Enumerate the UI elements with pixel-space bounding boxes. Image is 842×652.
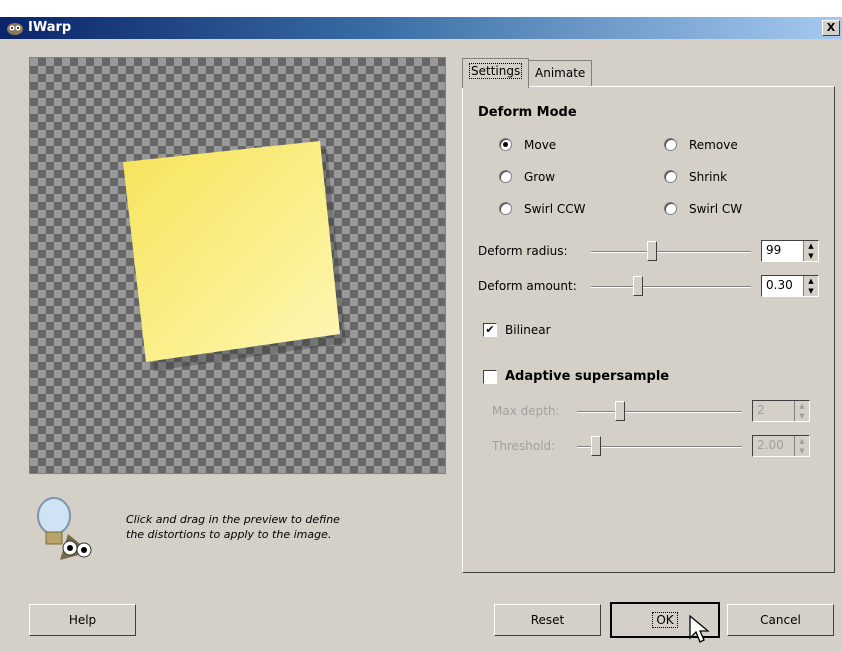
radio-swirl-cw[interactable]: Swirl CW bbox=[664, 199, 742, 217]
radio-indicator bbox=[499, 170, 512, 183]
settings-panel: Deform Mode Move Remove Grow Shrink Swir… bbox=[462, 86, 835, 573]
spin-arrows[interactable]: ▲ ▼ bbox=[803, 241, 818, 261]
radio-indicator bbox=[664, 138, 677, 151]
deform-radius-thumb[interactable] bbox=[647, 241, 657, 261]
reset-button[interactable]: Reset bbox=[494, 604, 601, 636]
cancel-button[interactable]: Cancel bbox=[727, 604, 834, 636]
radio-indicator bbox=[499, 202, 512, 215]
radio-indicator bbox=[499, 138, 512, 151]
threshold-label: Threshold: bbox=[492, 439, 556, 453]
threshold-value: 2.00 bbox=[757, 438, 784, 452]
spin-arrows[interactable]: ▲ ▼ bbox=[794, 436, 809, 456]
gimp-icon bbox=[7, 23, 23, 35]
preview-hint: Click and drag in the preview to define … bbox=[126, 512, 386, 542]
close-button[interactable]: X bbox=[822, 20, 840, 36]
max-depth-value: 2 bbox=[757, 403, 765, 417]
sticky-note-image bbox=[123, 141, 346, 371]
threshold-spinbox[interactable]: 2.00 ▲ ▼ bbox=[752, 435, 810, 457]
checkmark-icon: ✔ bbox=[483, 322, 497, 337]
preview-canvas[interactable] bbox=[29, 57, 446, 474]
radio-move[interactable]: Move bbox=[499, 135, 556, 153]
tab-animate-label: Animate bbox=[535, 66, 586, 80]
deform-radius-spinbox[interactable]: 99 ▲ ▼ bbox=[761, 240, 819, 262]
hint-line-1: Click and drag in the preview to define bbox=[126, 513, 340, 526]
radio-label: Move bbox=[524, 137, 557, 152]
bilinear-label: Bilinear bbox=[505, 322, 551, 337]
cancel-button-label: Cancel bbox=[760, 613, 801, 627]
threshold-thumb[interactable] bbox=[591, 436, 601, 456]
tab-animate[interactable]: Animate bbox=[528, 60, 593, 86]
deform-amount-value: 0.30 bbox=[766, 278, 793, 292]
deform-radius-label: Deform radius: bbox=[478, 244, 568, 258]
radio-label: Swirl CW bbox=[689, 201, 743, 216]
checkbox-box bbox=[483, 370, 497, 384]
wilber-lightbulb-icon bbox=[37, 497, 92, 560]
radio-indicator bbox=[664, 170, 677, 183]
radio-shrink[interactable]: Shrink bbox=[664, 167, 727, 185]
adaptive-supersample-checkbox[interactable]: Adaptive supersample bbox=[483, 368, 669, 386]
radio-swirl-ccw[interactable]: Swirl CCW bbox=[499, 199, 585, 217]
deform-amount-label: Deform amount: bbox=[478, 279, 577, 293]
deform-amount-thumb[interactable] bbox=[633, 276, 643, 296]
help-button[interactable]: Help bbox=[29, 604, 136, 636]
window-title: IWarp bbox=[28, 20, 72, 35]
deform-radius-value: 99 bbox=[766, 243, 782, 257]
spin-arrows[interactable]: ▲ ▼ bbox=[803, 276, 818, 296]
mouse-pointer-icon bbox=[689, 614, 710, 643]
spin-arrows[interactable]: ▲ ▼ bbox=[794, 401, 809, 421]
max-depth-track[interactable] bbox=[577, 411, 742, 413]
radio-label: Shrink bbox=[689, 169, 728, 184]
deform-mode-title: Deform Mode bbox=[478, 105, 577, 120]
tab-settings-label: Settings bbox=[469, 63, 523, 79]
title-bar: IWarp X bbox=[0, 17, 842, 39]
hint-line-2: the distortions to apply to the image. bbox=[126, 528, 332, 541]
max-depth-spinbox[interactable]: 2 ▲ ▼ bbox=[752, 400, 810, 422]
threshold-track[interactable] bbox=[577, 446, 742, 448]
reset-button-label: Reset bbox=[530, 613, 565, 627]
max-depth-thumb[interactable] bbox=[615, 401, 625, 421]
radio-indicator bbox=[664, 202, 677, 215]
max-depth-label: Max depth: bbox=[492, 404, 560, 418]
top-strip bbox=[0, 0, 842, 17]
bilinear-checkbox[interactable]: ✔ Bilinear bbox=[483, 320, 551, 338]
ok-button-label: OK bbox=[652, 612, 678, 628]
radio-label: Grow bbox=[524, 169, 556, 184]
radio-label: Remove bbox=[689, 137, 738, 152]
radio-grow[interactable]: Grow bbox=[499, 167, 555, 185]
tab-settings[interactable]: Settings bbox=[462, 58, 530, 88]
radio-remove[interactable]: Remove bbox=[664, 135, 738, 153]
deform-radius-track[interactable] bbox=[591, 251, 751, 253]
deform-amount-track[interactable] bbox=[591, 286, 751, 288]
help-button-label: Help bbox=[68, 613, 97, 627]
radio-label: Swirl CCW bbox=[524, 201, 586, 216]
adaptive-supersample-label: Adaptive supersample bbox=[505, 369, 670, 384]
deform-amount-spinbox[interactable]: 0.30 ▲ ▼ bbox=[761, 275, 819, 297]
